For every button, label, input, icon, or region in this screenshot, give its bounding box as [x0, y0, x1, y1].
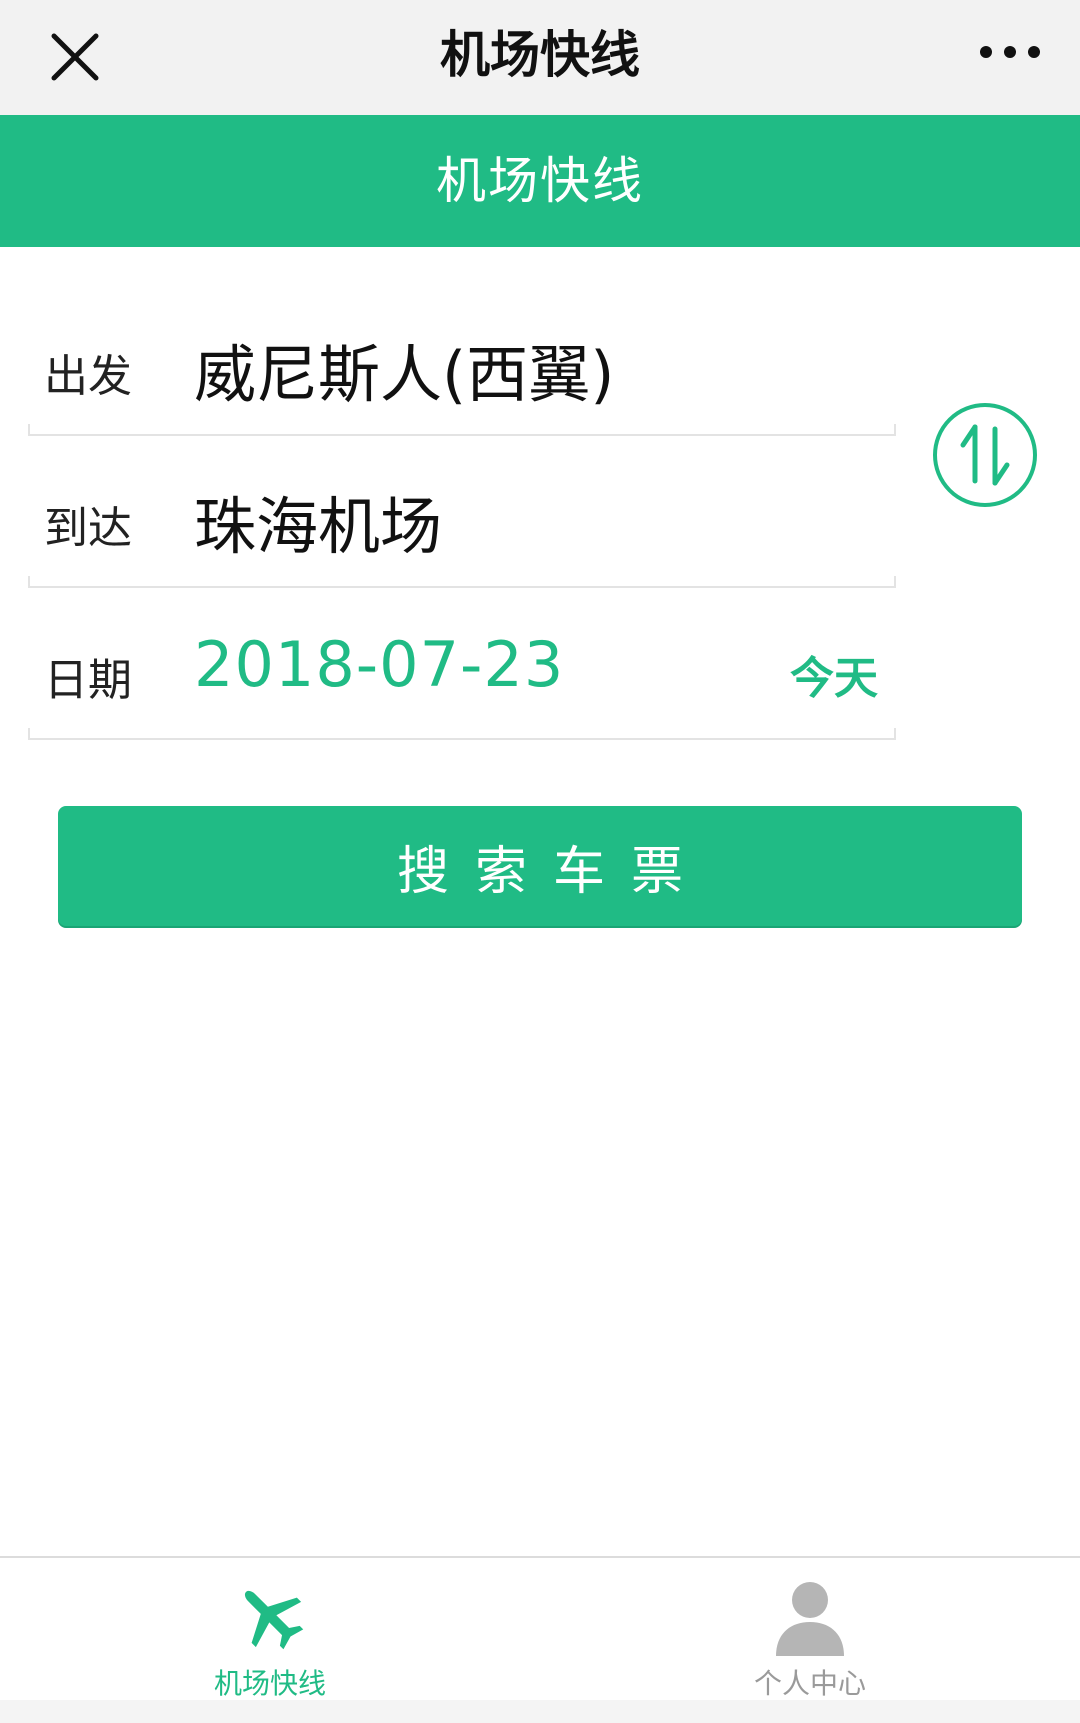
arrival-value[interactable]: 珠海机场 — [194, 476, 442, 566]
nav-title: 机场快线 — [440, 26, 640, 84]
date-row[interactable]: 日期 2018-07-23 今天 — [28, 588, 896, 740]
page: 机场快线 机场快线 出发 威尼斯人(西翼) 到达 珠海机场 日期 2018-07… — [0, 0, 1080, 1723]
tab-airport-express[interactable]: 机场快线 — [0, 1558, 540, 1708]
more-button[interactable] — [960, 12, 1060, 92]
swap-stations-button[interactable] — [930, 400, 1040, 510]
date-value[interactable]: 2018-07-23 — [194, 628, 564, 701]
user-icon — [770, 1576, 850, 1656]
search-tickets-button[interactable]: 搜索车票 — [58, 806, 1022, 926]
departure-label: 出发 — [44, 351, 132, 402]
arrival-row[interactable]: 到达 珠海机场 — [28, 436, 896, 588]
departure-row[interactable]: 出发 威尼斯人(西翼) — [28, 284, 896, 436]
airplane-icon — [230, 1576, 310, 1656]
close-button[interactable] — [30, 12, 120, 102]
tab-profile[interactable]: 个人中心 — [540, 1558, 1080, 1708]
departure-value[interactable]: 威尼斯人(西翼) — [194, 324, 614, 414]
tab-label: 机场快线 — [213, 1667, 326, 1700]
date-label: 日期 — [44, 655, 132, 706]
page-title: 机场快线 — [436, 152, 644, 210]
tab-label: 个人中心 — [753, 1667, 866, 1700]
more-icon — [980, 46, 1040, 58]
close-icon — [51, 33, 99, 81]
top-nav-bar: 机场快线 — [0, 0, 1080, 115]
bottom-safe-area — [0, 1700, 1080, 1723]
header-band: 机场快线 — [0, 115, 1080, 247]
arrival-label: 到达 — [44, 503, 132, 554]
swap-icon — [933, 403, 1037, 507]
bottom-tab-bar: 机场快线 个人中心 — [0, 1556, 1080, 1723]
today-link[interactable]: 今天 — [790, 642, 878, 706]
